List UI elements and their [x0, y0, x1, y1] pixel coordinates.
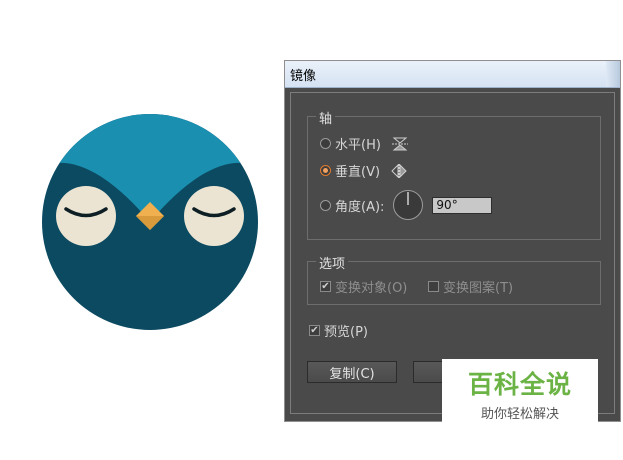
angle-dial-icon[interactable] — [392, 189, 424, 221]
options-group-label: 选项 — [316, 253, 349, 272]
vertical-label: 垂直(V) — [335, 165, 381, 180]
copy-button[interactable]: 复制(C) — [307, 361, 397, 383]
dialog-titlebar[interactable]: 镜像 — [285, 61, 620, 88]
horizontal-option[interactable]: 水平(H) — [320, 134, 409, 153]
angle-radio[interactable] — [320, 199, 331, 211]
stage: 镜像 轴 水平(H) 垂直(V) 角度(A): 90° 选项 ✔ 变换对象(O)… — [0, 0, 623, 460]
horizontal-radio[interactable] — [320, 138, 331, 149]
transform-objects-option[interactable]: ✔ 变换对象(O) — [320, 277, 407, 296]
watermark-subtitle: 助你轻松解决 — [480, 407, 559, 422]
options-group: 选项 ✔ 变换对象(O) 变换图案(T) — [307, 253, 601, 305]
preview-checkbox[interactable]: ✔ — [309, 325, 320, 336]
preview-label: 预览(P) — [324, 325, 368, 340]
axis-group-label: 轴 — [316, 108, 336, 127]
mirror-horizontal-icon — [391, 137, 408, 150]
watermark-title: 百科全说 — [467, 370, 572, 399]
mirror-vertical-icon — [391, 163, 407, 178]
angle-option[interactable]: 角度(A): — [320, 189, 493, 221]
owl-illustration — [42, 114, 258, 330]
titlebar-edge — [606, 61, 620, 87]
transform-objects-label: 变换对象(O) — [335, 281, 408, 296]
dialog-title: 镜像 — [290, 69, 317, 84]
angle-input[interactable] — [432, 196, 493, 214]
transform-patterns-option[interactable]: 变换图案(T) — [428, 277, 513, 296]
vertical-option[interactable]: 垂直(V) — [320, 161, 408, 180]
preview-option[interactable]: ✔ 预览(P) — [309, 321, 368, 340]
vertical-radio[interactable] — [320, 165, 331, 176]
angle-label: 角度(A): — [335, 199, 385, 215]
transform-patterns-label: 变换图案(T) — [443, 281, 514, 296]
axis-group: 轴 水平(H) 垂直(V) 角度(A): 90° — [307, 108, 601, 240]
transform-patterns-checkbox[interactable] — [428, 281, 439, 292]
transform-objects-checkbox[interactable]: ✔ — [320, 281, 331, 292]
watermark: 百科全说 助你轻松解决 — [442, 359, 598, 425]
horizontal-label: 水平(H) — [335, 138, 381, 153]
